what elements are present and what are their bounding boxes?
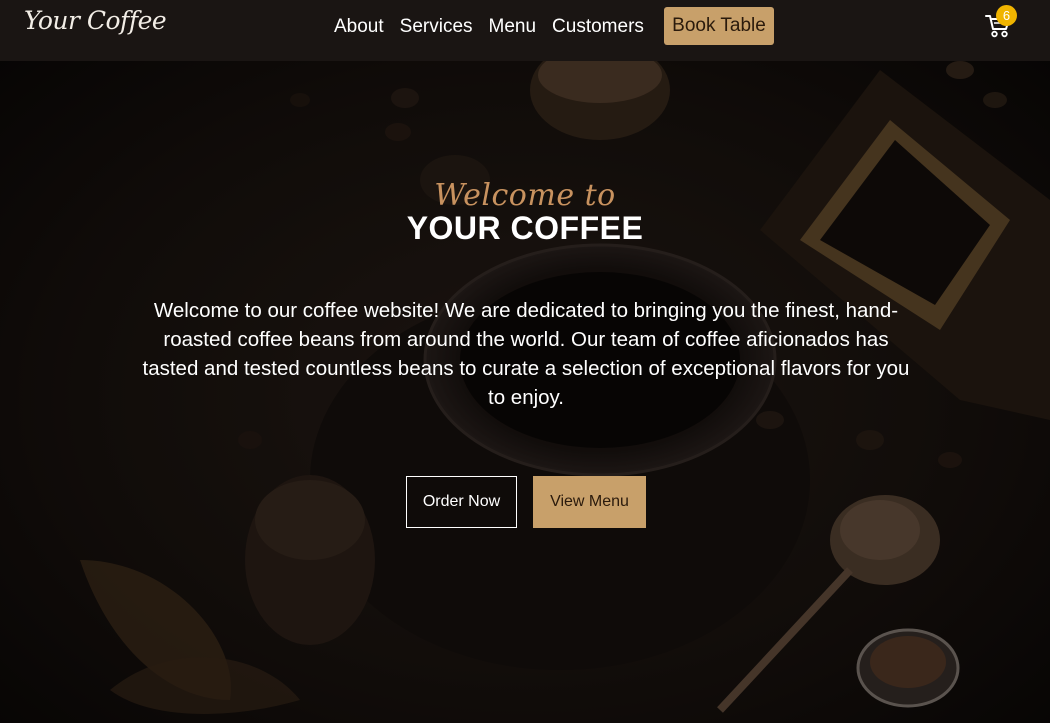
site-logo[interactable]: Your Coffee bbox=[24, 6, 167, 35]
cart-count-badge: 6 bbox=[996, 5, 1017, 26]
nav-link-menu[interactable]: Menu bbox=[489, 16, 537, 38]
hero-description: Welcome to our coffee website! We are de… bbox=[142, 299, 910, 409]
view-menu-button[interactable]: View Menu bbox=[533, 476, 646, 528]
nav-link-services[interactable]: Services bbox=[400, 16, 473, 38]
order-now-button[interactable]: Order Now bbox=[406, 476, 517, 528]
hero-title: YOUR COFFEE bbox=[406, 210, 644, 246]
navbar: Your Coffee About Services Menu Customer… bbox=[0, 0, 1050, 61]
nav-menu: About Services Menu Customers bbox=[334, 8, 660, 46]
hero-welcome-text: Welcome to bbox=[434, 178, 616, 213]
nav-link-customers[interactable]: Customers bbox=[552, 16, 644, 38]
page: Your Coffee About Services Menu Customer… bbox=[0, 0, 1050, 723]
book-table-button[interactable]: Book Table bbox=[664, 7, 774, 45]
nav-link-about[interactable]: About bbox=[334, 16, 384, 38]
